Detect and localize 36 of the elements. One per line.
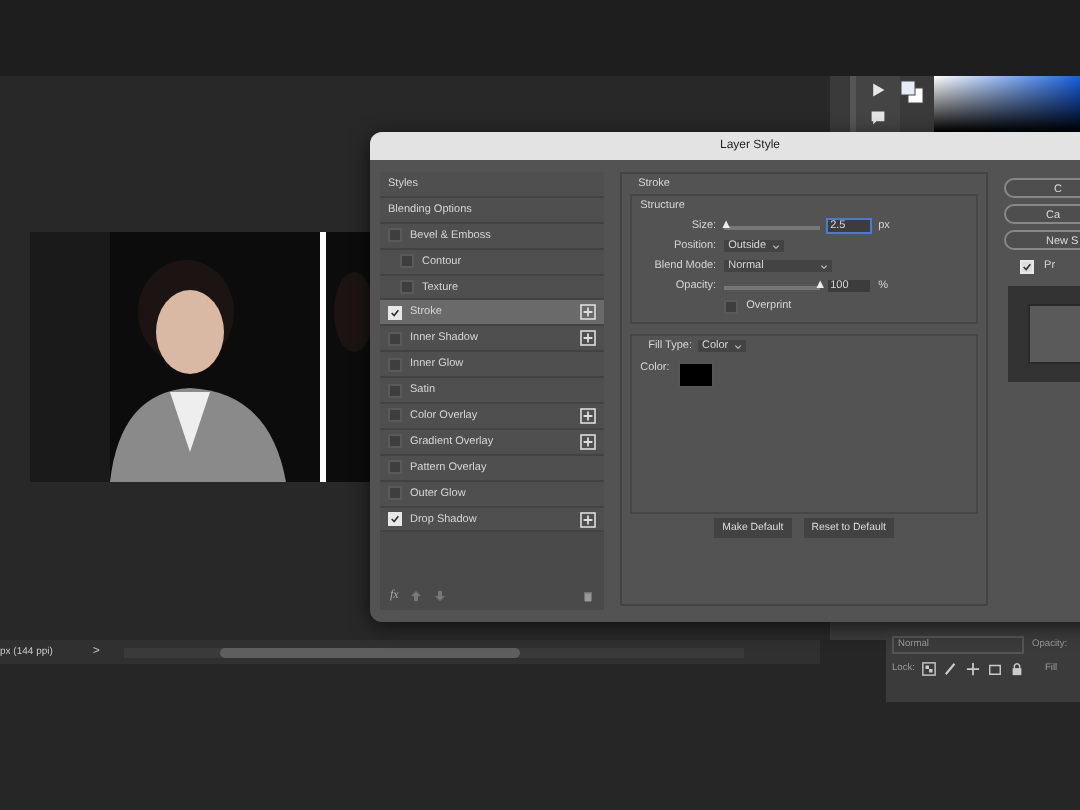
color-swatches-icon[interactable] <box>900 80 924 104</box>
lock-icon[interactable] <box>1010 662 1025 676</box>
add-icon[interactable] <box>580 330 597 347</box>
slider-thumb[interactable] <box>816 280 825 289</box>
checkbox[interactable] <box>388 460 402 475</box>
checkbox[interactable] <box>400 280 414 294</box>
checkbox[interactable] <box>388 383 402 398</box>
checkbox[interactable] <box>724 299 739 313</box>
slider-thumb[interactable] <box>722 220 731 229</box>
add-icon[interactable] <box>580 304 597 321</box>
add-icon[interactable] <box>580 511 597 528</box>
checkbox[interactable] <box>400 254 414 269</box>
checker-icon[interactable] <box>922 662 937 676</box>
add-icon[interactable] <box>580 407 597 424</box>
brush-icon[interactable] <box>944 662 959 676</box>
down-arrow-icon[interactable] <box>434 590 447 602</box>
add-icon[interactable] <box>580 433 597 450</box>
chevron-icon <box>734 343 743 349</box>
checkbox[interactable] <box>388 228 402 243</box>
checkbox[interactable] <box>1020 259 1035 273</box>
play-icon[interactable] <box>870 82 886 98</box>
checkbox[interactable] <box>388 408 402 423</box>
chevron-icon <box>820 263 829 269</box>
horizontal-scrollbar[interactable] <box>123 647 744 657</box>
checkbox[interactable] <box>388 331 402 346</box>
color-swatch[interactable] <box>677 361 714 387</box>
artboard-icon[interactable] <box>988 662 1003 676</box>
chevron-icon <box>772 243 781 249</box>
trash-icon[interactable] <box>582 590 595 602</box>
comment-icon[interactable] <box>870 110 886 126</box>
checkbox[interactable] <box>388 486 402 501</box>
up-arrow-icon[interactable] <box>410 590 423 602</box>
checkbox[interactable] <box>388 357 402 372</box>
move-icon[interactable] <box>966 662 981 676</box>
checkbox[interactable] <box>388 434 402 449</box>
color-picker-field[interactable] <box>934 76 1080 132</box>
